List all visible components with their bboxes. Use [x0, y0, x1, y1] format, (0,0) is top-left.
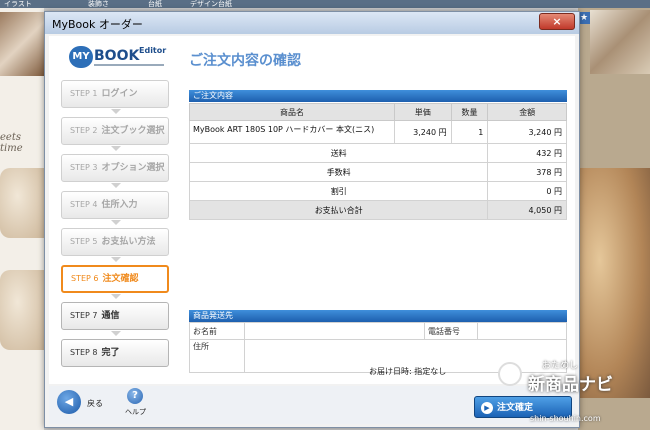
down-arrow-icon	[111, 331, 121, 336]
summary-value: 0 円	[487, 181, 567, 201]
step-order-confirm: STEP 6 注文確認	[61, 265, 169, 293]
logo-editor: Editor	[139, 46, 167, 55]
column-header: 商品名	[189, 103, 395, 121]
table-row: お名前 電話番号	[189, 322, 567, 340]
step-payment: STEP 5 お支払い方法	[61, 228, 169, 256]
total-value: 4,050 円	[487, 200, 567, 220]
watermark-url: shin-shouhin.com	[530, 414, 601, 423]
order-section-header: ご注文内容	[189, 90, 567, 102]
page-title: ご注文内容の確認	[189, 53, 301, 69]
close-button[interactable]: ×	[539, 13, 575, 30]
logo-my: MY	[69, 46, 93, 68]
table-row: MyBook ART 180S 10P ハードカバー 本文(ニス) 3,240 …	[189, 120, 567, 144]
help-label: ヘルプ	[125, 408, 146, 416]
step-login: STEP 1 ログイン	[61, 80, 169, 108]
summary-label: 手数料	[188, 162, 489, 182]
item-unit-price: 3,240 円	[393, 120, 452, 144]
total-label: お支払い合計	[188, 200, 489, 220]
column-header: 金額	[487, 103, 567, 121]
column-header: 数量	[450, 103, 489, 121]
step-address: STEP 4 住所入力	[61, 191, 169, 219]
phone-label: 電話番号	[424, 322, 478, 340]
dialog-content: MY BOOK Editor STEP 1 ログイン STEP 2 注文ブック選択 …	[49, 36, 575, 384]
name-value	[244, 322, 425, 340]
shipping-section-header: 商品発送先	[189, 310, 567, 322]
help-button[interactable]: ?	[127, 388, 143, 404]
food-thumbnail	[0, 12, 44, 76]
phone-value	[477, 322, 567, 340]
step-book-select: STEP 2 注文ブック選択	[61, 117, 169, 145]
summary-row: 割引 0 円	[188, 181, 567, 201]
window-title: MyBook オーダー	[52, 18, 143, 31]
summary-label: 割引	[188, 181, 489, 201]
watermark-title: 新商品ナビ	[528, 375, 613, 395]
down-arrow-icon	[111, 183, 121, 188]
down-arrow-icon	[111, 294, 121, 299]
down-arrow-icon	[111, 220, 121, 225]
item-amount: 3,240 円	[487, 120, 567, 144]
summary-row: 送料 432 円	[188, 143, 567, 163]
summary-row: 手数料 378 円	[188, 162, 567, 182]
background-left-panel: eets time	[0, 8, 44, 430]
bread-image	[0, 270, 44, 350]
total-row: お支払い合計 4,050 円	[188, 200, 567, 220]
background-tab-strip: イラスト 装飾さ 台紙 デザイン台紙	[0, 0, 650, 8]
title-bar: MyBook オーダー ×	[45, 12, 579, 34]
down-arrow-icon	[111, 146, 121, 151]
back-label: 戻る	[87, 399, 103, 408]
column-header: 単価	[393, 103, 452, 121]
bg-tab: 台紙	[148, 0, 162, 8]
item-quantity: 1	[450, 120, 489, 144]
step-option-select: STEP 3 オプション選択	[61, 154, 169, 182]
back-button[interactable]: ◀	[57, 390, 81, 414]
summary-label: 送料	[188, 143, 489, 163]
down-arrow-icon	[111, 257, 121, 262]
summary-value: 378 円	[487, 162, 567, 182]
table-header-row: 商品名 単価 数量 金額	[189, 103, 567, 121]
down-arrow-icon	[111, 109, 121, 114]
summary-value: 432 円	[487, 143, 567, 163]
question-icon: ?	[132, 390, 138, 401]
site-watermark: おためし 新商品ナビ shin-shouhin.com	[470, 348, 650, 430]
name-label: お名前	[189, 322, 245, 340]
logo-underline	[94, 64, 164, 66]
bg-tab: イラスト	[4, 0, 32, 8]
bg-tab: デザイン台紙	[190, 0, 232, 8]
mybook-editor-logo: MY BOOK Editor	[69, 46, 169, 68]
logo-book: BOOK	[94, 48, 140, 64]
food-thumbnail	[590, 10, 650, 74]
bread-image	[0, 168, 44, 238]
address-label: 住所	[189, 339, 245, 373]
step-complete: STEP 8 完了	[61, 339, 169, 367]
step-communication: STEP 7 通信	[61, 302, 169, 330]
item-name: MyBook ART 180S 10P ハードカバー 本文(ニス)	[189, 120, 395, 144]
bg-tab: 装飾さ	[88, 0, 109, 8]
background-text: eets time	[0, 132, 23, 154]
arrow-left-icon: ◀	[64, 395, 74, 408]
mascot-icon	[498, 362, 522, 386]
delivery-datetime: お届け日時: 指定なし	[369, 367, 447, 376]
order-table: 商品名 単価 数量 金額 MyBook ART 180S 10P ハードカバー …	[188, 103, 567, 220]
